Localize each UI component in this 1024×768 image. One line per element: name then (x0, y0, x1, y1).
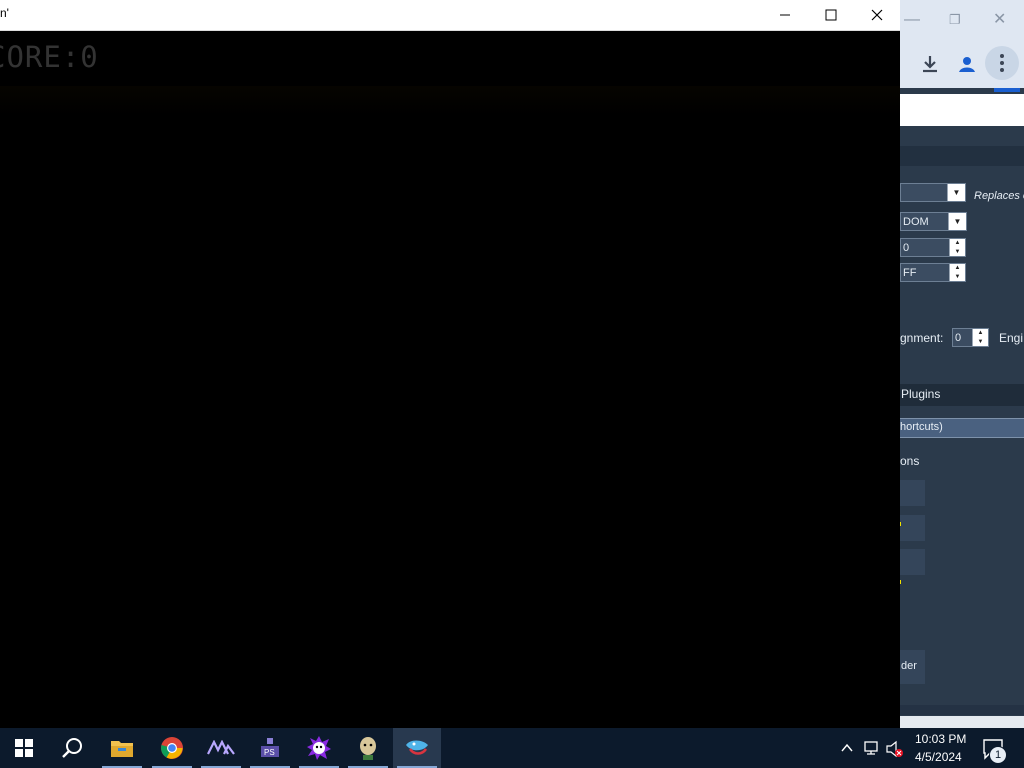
minimize-icon (780, 14, 790, 16)
close-button[interactable] (854, 0, 900, 30)
option-button-2[interactable] (900, 515, 925, 541)
spinner-field-2-value: FF (903, 267, 917, 279)
footer-bar (900, 705, 1024, 715)
clock-date[interactable]: 4/5/2024 (915, 750, 962, 764)
game-titlebar[interactable]: n' (0, 0, 900, 31)
chevron-down-icon: ▼ (947, 184, 965, 201)
app-a-icon (207, 740, 235, 755)
active-tab-indicator (994, 88, 1020, 92)
search-icon (62, 738, 82, 758)
clock-time[interactable]: 10:03 PM (915, 732, 966, 746)
plugins-section-header: Plugins (900, 384, 1024, 406)
notification-badge: 1 (989, 746, 1007, 764)
search-button[interactable] (48, 728, 96, 768)
engine-label: Engi (999, 331, 1024, 345)
option-button-1[interactable] (900, 480, 925, 506)
game-window[interactable]: n' CORE:0 (0, 0, 900, 728)
maximize-button[interactable] (808, 0, 854, 30)
svg-text:PS: PS (264, 748, 275, 757)
spinner-arrows-icon[interactable]: ▲ ▼ (949, 264, 965, 281)
volume-muted-icon[interactable] (885, 740, 905, 758)
browser-close-button[interactable]: ✕ (993, 10, 1006, 30)
random-dropdown-value: DOM (903, 216, 929, 228)
maximize-icon (825, 9, 837, 21)
folder-button[interactable]: der (900, 650, 925, 684)
replace-dropdown[interactable]: ▼ (900, 183, 966, 202)
shortcuts-row[interactable]: hortcuts) (900, 418, 1024, 438)
alignment-label: gnment: (900, 331, 944, 345)
start-button[interactable] (0, 728, 48, 768)
alignment-spinner[interactable]: 0 ▲ ▼ (952, 328, 989, 347)
replaces-note: Replaces o (974, 190, 1024, 202)
close-icon (871, 9, 883, 21)
browser-minimize-button[interactable]: — (904, 10, 920, 30)
page-header-bar (900, 94, 1024, 126)
app-b-icon: PS (261, 738, 279, 757)
spinner-field-1-value: 0 (903, 242, 910, 254)
shortcuts-label: hortcuts) (900, 421, 943, 433)
random-dropdown[interactable]: DOM ▼ (900, 212, 967, 231)
profile-icon[interactable] (955, 52, 979, 76)
option-button-3[interactable] (900, 549, 925, 575)
spinner-field-1[interactable]: 0 ▲ ▼ (900, 238, 966, 257)
download-icon[interactable] (918, 52, 942, 76)
minimize-button[interactable] (762, 0, 808, 30)
app-c-icon (307, 736, 331, 760)
chevron-down-icon: ▼ (948, 213, 966, 230)
windows-icon (15, 739, 33, 757)
game-title: n' (0, 6, 9, 20)
app-d-icon (360, 737, 376, 760)
options-label: ons (900, 454, 920, 468)
spinner-field-2[interactable]: FF ▲ ▼ (900, 263, 966, 282)
section-header-bar (900, 146, 1024, 166)
folder-icon (111, 741, 133, 757)
taskbar-app-d[interactable] (344, 728, 392, 768)
browser-restore-button[interactable]: ❐ (949, 10, 961, 30)
folder-button-label: der (901, 660, 917, 672)
spinner-arrows-icon[interactable]: ▲ ▼ (949, 239, 965, 256)
alignment-value: 0 (955, 332, 962, 344)
taskbar-chrome[interactable] (148, 728, 196, 768)
score-display: CORE:0 (0, 40, 99, 74)
taskbar-app-a[interactable] (197, 728, 245, 768)
browser-menu-button[interactable] (985, 46, 1019, 80)
taskbar-app-e-active[interactable] (393, 728, 441, 768)
plugins-header: Plugins (901, 387, 941, 401)
taskbar-app-b[interactable]: PS (246, 728, 294, 768)
app-e-icon (406, 740, 428, 755)
network-icon[interactable] (862, 740, 880, 756)
game-hud-strip (0, 86, 900, 116)
chevron-up-icon[interactable] (840, 741, 854, 755)
chrome-icon (161, 737, 183, 759)
spinner-arrows-icon[interactable]: ▲ ▼ (972, 329, 988, 346)
taskbar-app-c[interactable] (295, 728, 343, 768)
taskbar-file-explorer[interactable] (98, 728, 146, 768)
bottom-strip (900, 716, 1024, 728)
